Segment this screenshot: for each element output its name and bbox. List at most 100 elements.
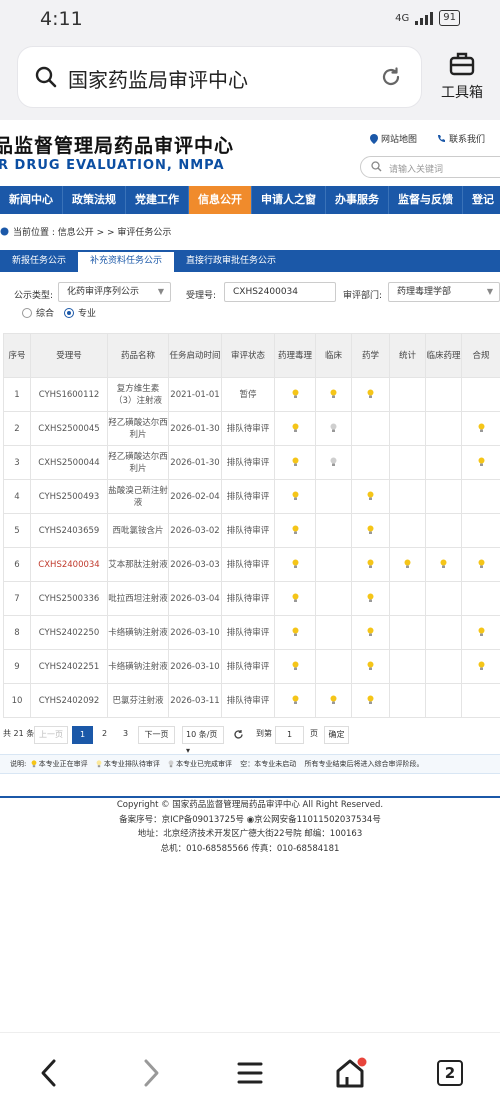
police-link[interactable]: 京公网安备11011502037534号 [254,815,381,825]
prev-page-button[interactable]: 上一页 [34,726,68,744]
radio-comprehensive[interactable]: 综合 [22,306,54,319]
nav-item-news[interactable]: 新闻中心 [0,186,63,214]
discipline-cell [274,411,316,446]
discipline-cell [389,683,426,718]
drug-name: 羟乙磺酸达尔西利片 [107,411,169,446]
discipline-cell [425,649,462,684]
table-row[interactable]: 6 CXHS2400034 艾本那肽注射液 2026-03-03 排队待审评 [3,547,500,582]
nav-item-services[interactable]: 办事服务 [326,186,389,214]
discipline-cell [274,479,316,514]
goto-input[interactable]: 1 [275,726,304,744]
start-date: 2026-02-04 [168,479,222,514]
nav-item-feedback[interactable]: 监督与反馈 [389,186,463,214]
battery-icon: 91 [439,10,460,26]
start-date: 2026-03-03 [168,547,222,582]
address-bar[interactable]: 国家药监局审评中心 [17,46,422,108]
start-date: 2026-03-02 [168,513,222,548]
phone: 总机：010-68585566 传真：010-68584181 [160,843,340,854]
network-label: 4G [395,12,410,24]
refresh-icon[interactable] [233,726,244,744]
sitemap-link[interactable]: 网站地图 [370,132,417,145]
nav-item-party[interactable]: 党建工作 [126,186,189,214]
nav-item-register[interactable]: 登记 [463,186,500,214]
bulb-yellow-icon [292,525,298,534]
tab-count: 2 [437,1060,463,1086]
confirm-button[interactable]: 确定 [324,726,349,744]
page-3-button[interactable]: 3 [117,726,134,744]
review-status: 暂停 [221,377,275,412]
table-row[interactable]: 3 CXHS2500044 羟乙磺酸达尔西利片 2026-01-30 排队待审评 [3,445,500,480]
browser-bottom-nav: 2 [0,1032,500,1111]
col-start-date: 任务启动时间 [168,333,222,378]
discipline-cell [274,615,316,650]
start-date: 2026-01-30 [168,445,222,480]
discipline-cell [315,547,352,582]
page-1-button[interactable]: 1 [72,726,93,744]
bulb-yellow-icon [367,559,374,568]
table-row[interactable]: 5 CYHS2403659 西吡氯铵含片 2026-03-02 排队待审评 [3,513,500,548]
discipline-cell [461,445,500,480]
row-no: 5 [3,513,31,548]
next-page-button[interactable]: 下一页 [138,726,175,744]
site-title-en: R DRUG EVALUATION, NMPA [0,158,225,173]
drug-name: 复方维生素（3）注射液 [107,377,169,412]
discipline-cell [351,479,390,514]
browser-toolbar: 国家药监局审评中心 工具箱 [0,38,500,120]
tab-new-tasks[interactable]: 新报任务公示 [0,250,78,272]
reload-icon[interactable] [379,65,403,93]
discipline-cell [425,445,462,480]
nav-item-info-public[interactable]: 信息公开 [189,186,252,214]
drug-name: 吡拉西坦注射液 [107,581,169,616]
home-button[interactable] [330,1053,370,1093]
task-tabs: 新报任务公示 补充资料任务公示 直接行政审批任务公示 [0,250,500,272]
col-clin-pharm: 临床药理 [425,333,462,378]
legend: 说明: 本专业正在审评 本专业排队待审评 本专业已完成审评 空：本专业未启动 所… [0,754,500,774]
start-date: 2026-03-11 [168,683,222,718]
col-compliance: 合规 [461,333,500,378]
nav-item-policy[interactable]: 政策法规 [63,186,126,214]
toolbox-button[interactable]: 工具箱 [436,50,488,102]
accept-number-input[interactable]: CXHS2400034 [224,282,336,302]
table-row[interactable]: 10 CYHS2402092 巴氯芬注射液 2026-03-11 排队待审评 [3,683,500,718]
table-row[interactable]: 8 CYHS2402250 卡络磺钠注射液 2026-03-10 排队待审评 [3,615,500,650]
site-search-input[interactable]: 请输入关键词 [360,156,500,178]
forward-button[interactable] [131,1053,171,1093]
review-status: 排队待审评 [221,547,275,582]
icp-link[interactable]: 备案序号：京ICP备09013725号 [119,815,244,825]
discipline-cell [425,377,462,412]
radio-professional[interactable]: 专业 [64,306,96,319]
table-row[interactable]: 7 CYHS2500336 吡拉西坦注射液 2026-03-04 排队待审评 [3,581,500,616]
status-bar: 4:11 4G 91 [0,0,500,38]
review-status: 排队待审评 [221,411,275,446]
drug-name: 羟乙磺酸达尔西利片 [107,445,169,480]
page-2-button[interactable]: 2 [96,726,113,744]
type-select[interactable]: 化药审评序列公示 ▼ [58,282,171,302]
dept-select[interactable]: 药理毒理学部 ▼ [388,282,500,302]
discipline-cell [315,377,352,412]
menu-button[interactable] [230,1053,270,1093]
back-button[interactable] [29,1053,69,1093]
col-no: 序号 [3,333,31,378]
discipline-cell [461,683,500,718]
bulb-yellow-icon [292,593,298,602]
discipline-cell [389,615,426,650]
discipline-cell [389,581,426,616]
radio-icon [22,307,32,318]
accept-number: CYHS1600112 [30,377,108,412]
tab-supplement-tasks[interactable]: 补充资料任务公示 [78,250,175,272]
discipline-cell [461,479,500,514]
tabs-button[interactable]: 2 [430,1053,470,1093]
bulb-yellow-icon [404,559,411,568]
table-row[interactable]: 2 CXHS2500045 羟乙磺酸达尔西利片 2026-01-30 排队待审评 [3,411,500,446]
page-size-select[interactable]: 10 条/页 ▾ [182,726,224,755]
contact-link[interactable]: 联系我们 [437,132,485,145]
table-row[interactable]: 1 CYHS1600112 复方维生素（3）注射液 2021-01-01 暂停 [3,377,500,412]
review-status: 排队待审评 [221,649,275,684]
table-row[interactable]: 9 CYHS2402251 卡络磺钠注射液 2026-03-10 排队待审评 [3,649,500,684]
status-indicators: 4G 91 [395,10,460,26]
total-count: 共 21 条 [3,729,35,738]
table-row[interactable]: 4 CYHS2500493 盐酸溴己新注射液 2026-02-04 排队待审评 [3,479,500,514]
start-date: 2026-03-10 [168,615,222,650]
tab-direct-approval[interactable]: 直接行政审批任务公示 [174,250,288,272]
nav-item-applicant[interactable]: 申请人之窗 [252,186,326,214]
